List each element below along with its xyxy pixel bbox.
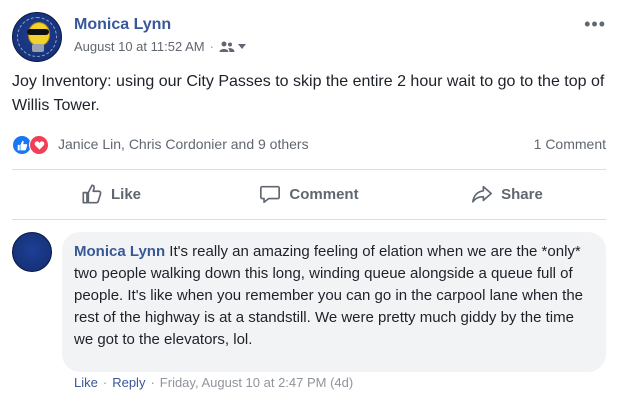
reaction-icons[interactable] xyxy=(12,135,52,155)
post-actions: Like Comment Share xyxy=(12,172,606,216)
share-label: Share xyxy=(501,185,543,203)
share-button[interactable]: Share xyxy=(408,172,606,216)
bulb-base-icon xyxy=(32,44,44,52)
share-arrow-icon xyxy=(472,185,493,203)
bulb-base-icon xyxy=(13,256,23,262)
comment-count[interactable]: 1 Comment xyxy=(534,136,606,152)
like-button[interactable]: Like xyxy=(12,172,210,216)
friends-icon xyxy=(219,41,235,52)
divider xyxy=(12,169,606,170)
sunglasses-icon xyxy=(27,29,49,35)
audience-selector[interactable] xyxy=(219,41,247,53)
comment-avatar[interactable] xyxy=(12,232,52,272)
reactors-summary[interactable]: Janice Lin, Chris Cordonier and 9 others xyxy=(58,136,309,152)
more-options-icon[interactable]: ••• xyxy=(584,14,606,35)
like-label: Like xyxy=(110,185,141,203)
speech-bubble-icon xyxy=(260,185,281,204)
comment-label: Comment xyxy=(289,185,359,203)
post-meta: August 10 at 11:52 AM · xyxy=(74,39,247,54)
divider xyxy=(12,219,606,220)
love-reaction-icon xyxy=(29,135,49,155)
post-timestamp[interactable]: August 10 at 11:52 AM xyxy=(74,39,205,54)
chevron-down-icon xyxy=(237,43,246,49)
post-header: Monica Lynn August 10 at 11:52 AM · ••• xyxy=(12,12,606,62)
comment-footer: Like · Reply · Friday, August 10 at 2:47… xyxy=(74,375,353,390)
post-text: Joy Inventory: using our City Passes to … xyxy=(12,73,605,114)
lightbulb-icon xyxy=(13,233,29,251)
comment-bubble: Monica Lynn It's really an amazing feeli… xyxy=(62,232,606,372)
post-author-name[interactable]: Monica Lynn xyxy=(74,16,171,34)
avatar[interactable] xyxy=(12,12,62,62)
footer-separator: · xyxy=(150,375,155,390)
comment-reply-link[interactable]: Reply xyxy=(112,375,145,390)
comment-like-link[interactable]: Like xyxy=(74,375,98,390)
thumbs-up-icon xyxy=(82,184,102,204)
reactions-bar: Janice Lin, Chris Cordonier and 9 others… xyxy=(12,133,606,157)
comment-author-name[interactable]: Monica Lynn xyxy=(74,243,165,260)
comment-button[interactable]: Comment xyxy=(210,172,408,216)
footer-separator: · xyxy=(102,375,108,390)
comment-timestamp[interactable]: Friday, August 10 at 2:47 PM (4d) xyxy=(160,375,353,390)
meta-separator: · xyxy=(209,39,214,54)
